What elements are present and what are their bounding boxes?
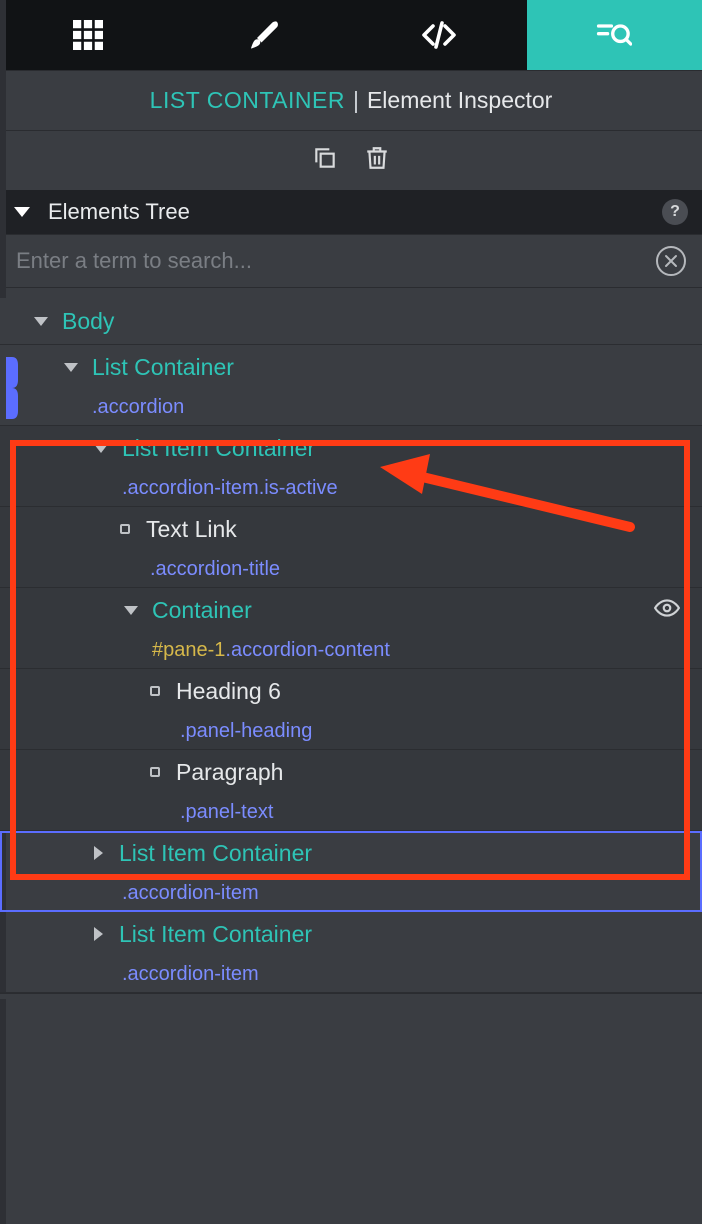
chevron-down-icon[interactable] xyxy=(64,363,78,372)
tree-row-heading6[interactable]: Heading 6 .panel-heading xyxy=(0,669,702,750)
id-label: #pane-1 xyxy=(152,639,225,662)
code-icon xyxy=(421,17,457,53)
element-label: Container xyxy=(152,597,252,624)
search-row xyxy=(0,234,702,288)
element-label: Paragraph xyxy=(176,759,283,786)
element-label: Heading 6 xyxy=(176,678,281,705)
section-title: Elements Tree xyxy=(48,199,190,225)
chevron-down-icon[interactable] xyxy=(124,606,138,615)
top-tabbar xyxy=(0,0,702,70)
tab-grid[interactable] xyxy=(0,0,176,70)
tab-inspect[interactable] xyxy=(527,0,702,70)
chevron-right-icon[interactable] xyxy=(94,927,103,941)
breadcrumb-element[interactable]: LIST CONTAINER xyxy=(150,87,345,114)
element-label: List Item Container xyxy=(119,921,312,948)
chevron-down-icon[interactable] xyxy=(94,444,108,453)
class-label: .accordion-content xyxy=(225,639,390,662)
chevron-down-icon xyxy=(14,207,30,217)
element-label: Text Link xyxy=(146,516,237,543)
tree-end xyxy=(0,993,702,999)
tree-row-item-3[interactable]: List Item Container .accordion-item xyxy=(0,912,702,993)
breadcrumb-title: Element Inspector xyxy=(367,87,552,114)
tab-brush[interactable] xyxy=(176,0,352,70)
class-label: .accordion-title xyxy=(150,558,280,581)
brush-icon xyxy=(245,17,281,53)
leaf-icon xyxy=(150,767,160,777)
tree-row-paragraph[interactable]: Paragraph .panel-text xyxy=(0,750,702,831)
section-header[interactable]: Elements Tree ? xyxy=(0,190,702,234)
tree-row-container[interactable]: Container #pane-1.accordion-content xyxy=(0,588,702,669)
duplicate-button[interactable] xyxy=(312,145,338,176)
breadcrumb-sep: | xyxy=(353,87,359,114)
class-label: .accordion-item xyxy=(122,963,259,986)
tree-row-text-link[interactable]: Text Link .accordion-title xyxy=(0,507,702,588)
trash-icon xyxy=(364,145,390,171)
tree-row-body[interactable]: Body xyxy=(0,298,702,345)
tree-row-list-container[interactable]: List Container .accordion xyxy=(0,345,702,426)
element-label: List Item Container xyxy=(122,435,315,462)
chevron-down-icon[interactable] xyxy=(34,317,48,326)
selection-notch xyxy=(6,357,18,419)
element-label: Body xyxy=(62,308,114,335)
element-label: List Container xyxy=(92,354,234,381)
inspector-panel: LIST CONTAINER | Element Inspector Eleme… xyxy=(0,0,702,1224)
delete-button[interactable] xyxy=(364,145,390,176)
tree-row-item-active[interactable]: List Item Container .accordion-item.is-a… xyxy=(0,426,702,507)
breadcrumb: LIST CONTAINER | Element Inspector xyxy=(0,70,702,130)
chevron-right-icon[interactable] xyxy=(94,846,103,860)
grid-icon xyxy=(70,17,106,53)
visibility-toggle[interactable] xyxy=(654,599,680,622)
actions-row xyxy=(0,130,702,190)
tree-row-item-2[interactable]: List Item Container .accordion-item xyxy=(0,831,702,912)
clear-search-button[interactable] xyxy=(656,246,686,276)
search-input[interactable] xyxy=(16,248,656,274)
class-label: .accordion-item xyxy=(122,882,259,905)
class-label: .panel-text xyxy=(180,801,273,824)
close-icon xyxy=(664,254,678,268)
class-label: .accordion-item.is-active xyxy=(122,477,338,500)
tab-code[interactable] xyxy=(351,0,527,70)
elements-tree: Body List Container .accordion List Ite xyxy=(0,288,702,1005)
help-button[interactable]: ? xyxy=(662,199,688,225)
duplicate-icon xyxy=(312,145,338,171)
inspect-icon xyxy=(596,17,632,53)
element-label: List Item Container xyxy=(119,840,312,867)
class-label: .accordion xyxy=(92,396,184,419)
class-label: .panel-heading xyxy=(180,720,312,743)
eye-icon xyxy=(654,599,680,617)
leaf-icon xyxy=(150,686,160,696)
leaf-icon xyxy=(120,524,130,534)
